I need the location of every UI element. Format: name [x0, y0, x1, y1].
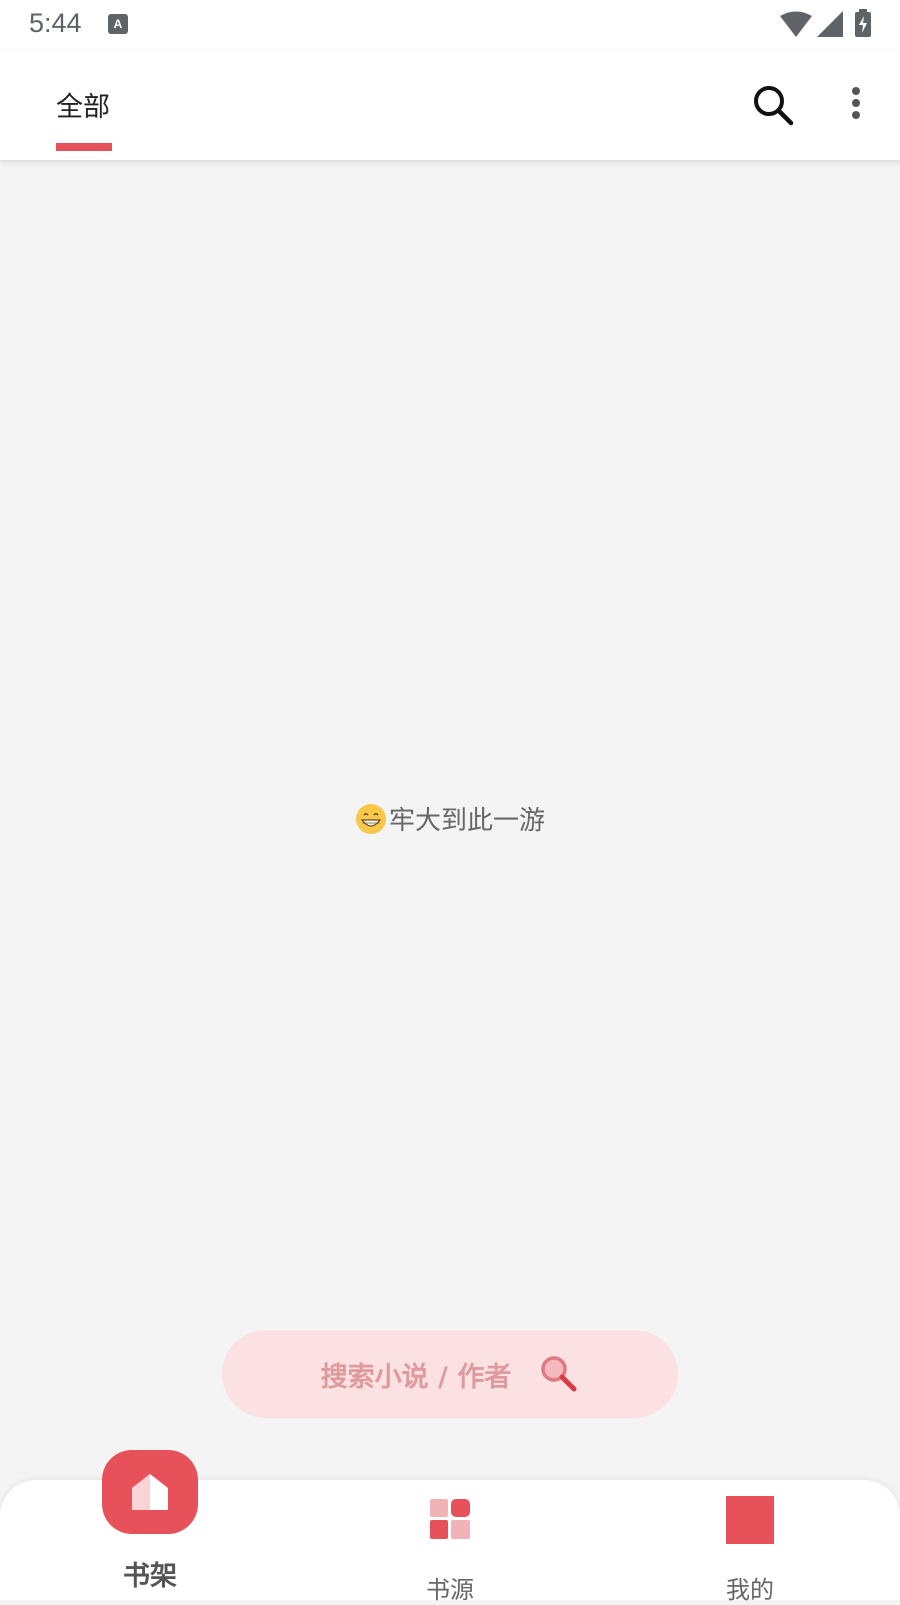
- nav-bookshelf-bubble: [102, 1450, 198, 1534]
- nav-bookshelf[interactable]: 书架: [100, 1450, 200, 1600]
- signal-icon: [817, 11, 843, 37]
- tab-indicator: [56, 143, 112, 151]
- svg-text:A: A: [114, 17, 123, 31]
- search-novel-button[interactable]: 搜索小说 / 作者: [222, 1330, 678, 1418]
- search-novel-placeholder: 搜索小说 / 作者: [320, 1361, 512, 1393]
- status-bar: 5:44 A: [0, 0, 900, 50]
- status-time: 5:44: [29, 8, 82, 38]
- top-app-bar: 全部: [0, 50, 900, 160]
- home-icon: [132, 1474, 168, 1510]
- bottom-navigation: 书架 书源 我的: [0, 1450, 900, 1604]
- search-icon: [754, 86, 794, 126]
- grid-icon: [430, 1499, 470, 1539]
- tab-all-label: 全部: [56, 92, 110, 123]
- a-icon: A: [108, 14, 128, 34]
- battery-charging-icon: [855, 9, 871, 37]
- wifi-icon: [780, 11, 812, 37]
- nav-mine[interactable]: 我的: [710, 1480, 790, 1604]
- square-icon: [726, 1496, 774, 1544]
- magnifier-icon: [541, 1356, 577, 1392]
- grinning-face-icon: [355, 803, 386, 834]
- more-button[interactable]: [836, 80, 876, 130]
- nav-bookshelf-label: 书架: [123, 1561, 177, 1592]
- search-button[interactable]: [748, 80, 798, 130]
- tab-all[interactable]: 全部: [56, 85, 112, 155]
- more-vert-icon: [852, 87, 860, 119]
- empty-state: 牢大到此一游: [0, 800, 900, 839]
- nav-source[interactable]: 书源: [410, 1480, 490, 1604]
- empty-state-text: 牢大到此一游: [388, 806, 545, 836]
